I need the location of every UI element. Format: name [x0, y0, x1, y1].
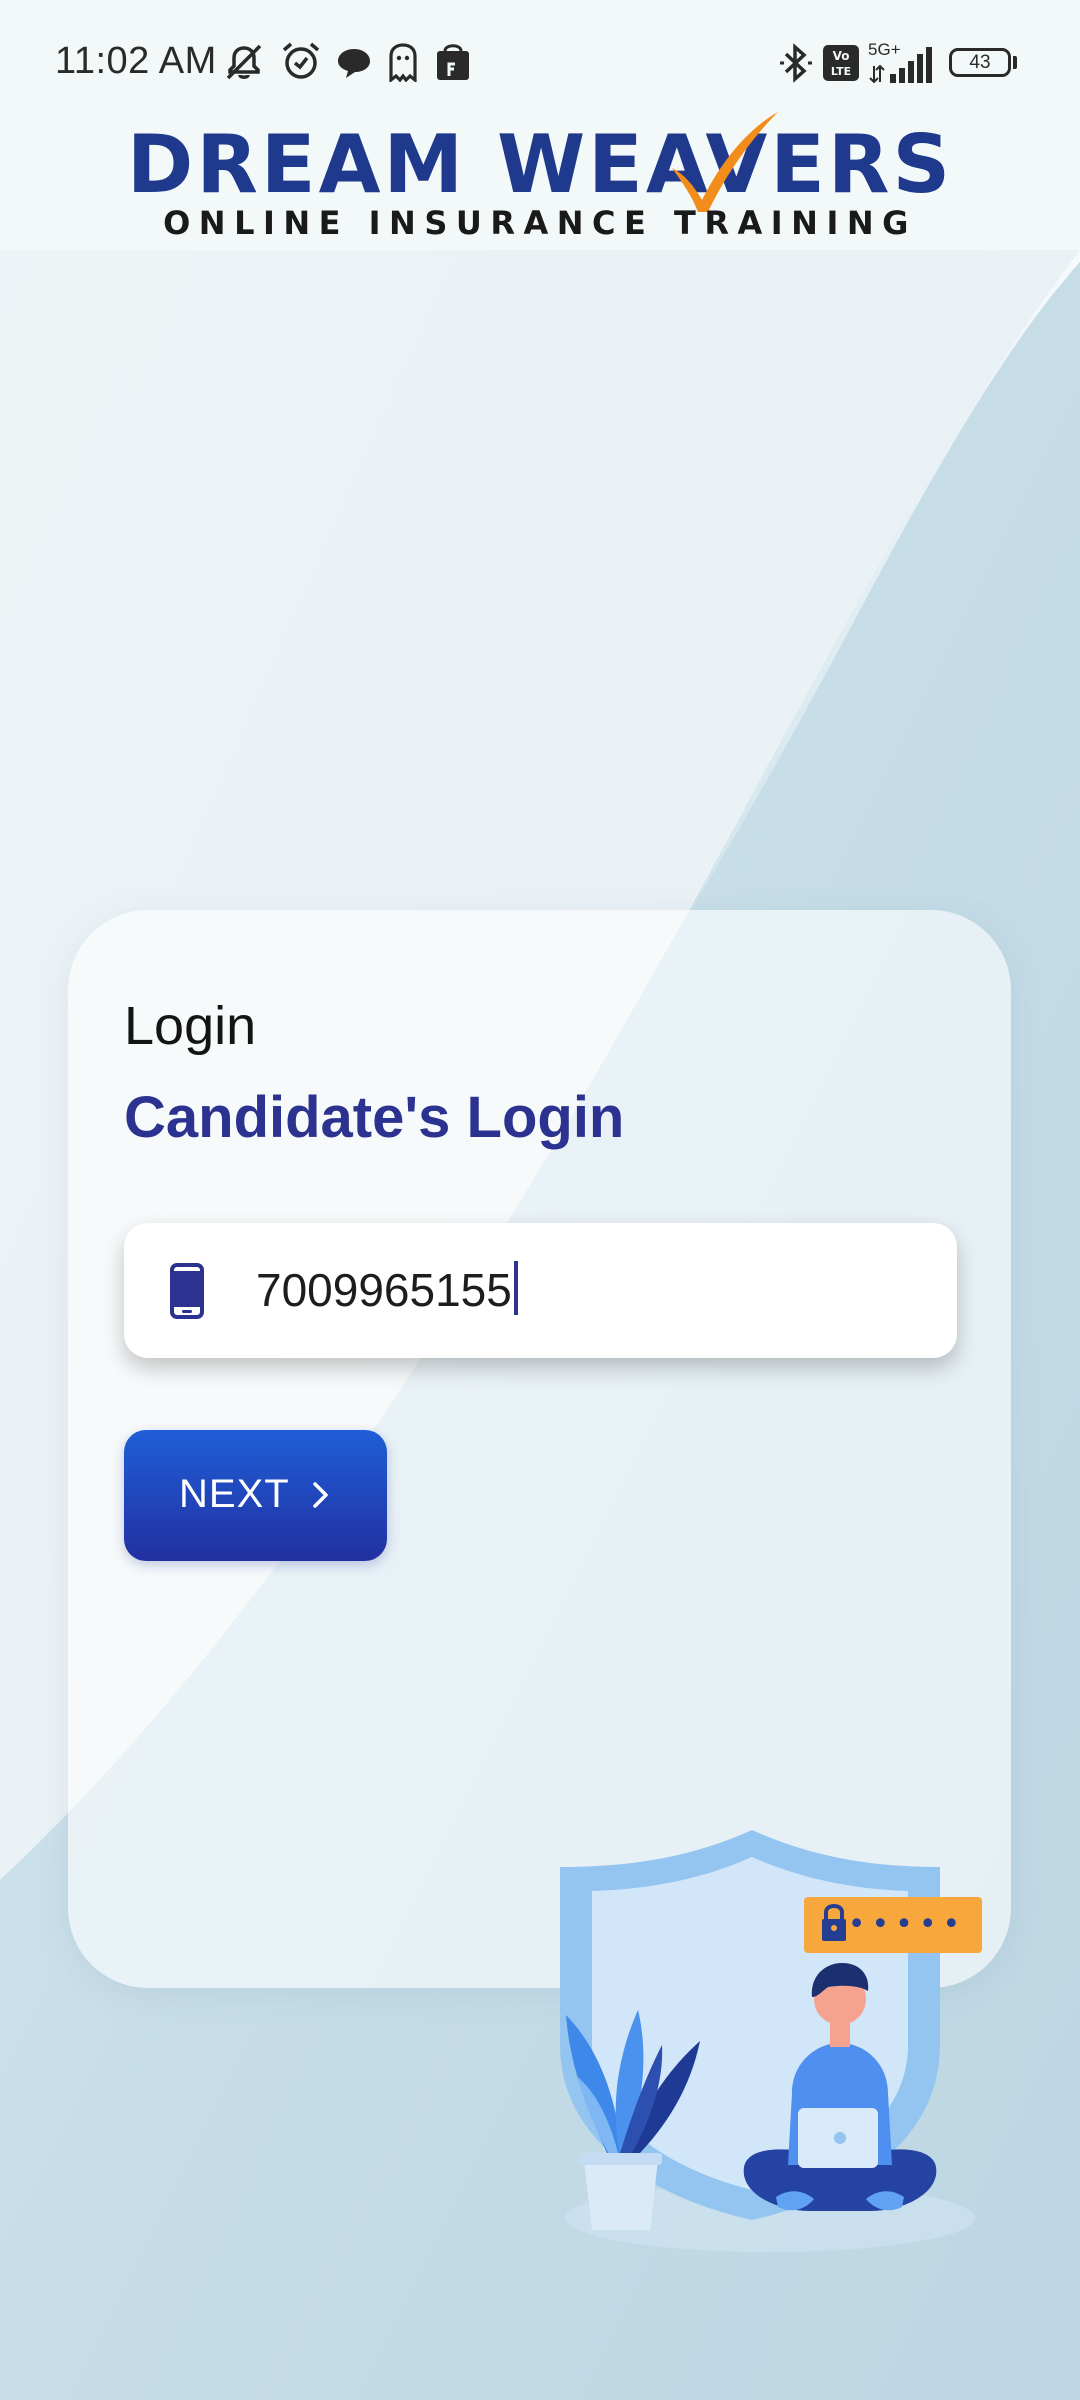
- candidate-login-title: Candidate's Login: [124, 1085, 625, 1150]
- logo-title: DREAM WEAVERS: [126, 118, 954, 211]
- ghost-icon: [389, 43, 417, 82]
- logo-subtitle: ONLINE INSURANCE TRAINING: [163, 204, 917, 242]
- password-bar: •••••: [804, 1897, 982, 1953]
- signal-icon: [869, 47, 932, 84]
- text-cursor: [513, 1261, 518, 1315]
- battery-level: 43: [969, 52, 991, 73]
- status-bar: 11:02 AM Vo LTE 5G+ 43: [0, 0, 1080, 124]
- phone-number-value: 7009965155: [256, 1264, 512, 1316]
- mute-icon: [226, 44, 262, 80]
- bag-icon: [437, 44, 469, 80]
- login-screen: 11:02 AM Vo LTE 5G+ 43 DREAM WEAVERS ONL…: [0, 0, 1080, 2400]
- password-mask: •••••: [848, 1907, 966, 1942]
- security-illustration: •••••: [560, 1830, 982, 2252]
- smartphone-icon: [170, 1263, 204, 1319]
- alarm-icon: [282, 42, 320, 79]
- chevron-right-icon: [313, 1482, 328, 1508]
- volte-icon: Vo LTE: [823, 45, 859, 81]
- phone-number-field[interactable]: 7009965155: [124, 1223, 957, 1358]
- status-time: 11:02 AM: [55, 40, 217, 82]
- next-button[interactable]: NEXT: [124, 1430, 387, 1561]
- next-button-label: NEXT: [179, 1472, 290, 1516]
- login-heading: Login: [124, 996, 257, 1056]
- svg-text:Vo: Vo: [833, 49, 850, 63]
- battery-tip: [1013, 56, 1017, 69]
- svg-text:LTE: LTE: [831, 65, 851, 78]
- bluetooth-icon: [780, 43, 812, 83]
- logo-check-mark: [672, 112, 778, 212]
- chat-icon: [338, 49, 370, 78]
- app-header: DREAM WEAVERS ONLINE INSURANCE TRAINING: [0, 112, 1080, 250]
- phone-number-input[interactable]: 7009965155: [256, 1261, 518, 1317]
- battery-icon: 43: [949, 48, 1011, 77]
